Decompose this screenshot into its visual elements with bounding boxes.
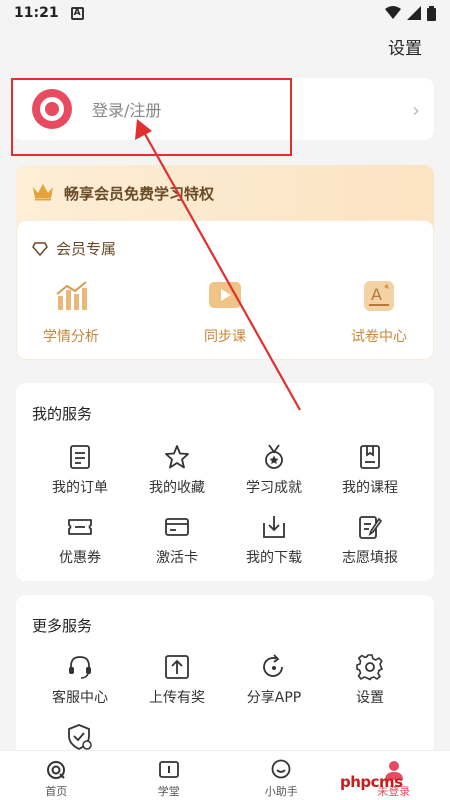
tab-label: 学堂 [157,785,180,798]
home-icon [47,761,66,779]
tab-label: 小助手 [264,785,298,798]
school-icon [158,761,179,778]
watermark: phpcms [340,773,403,791]
chat-icon [271,759,291,779]
tab-assistant[interactable]: 小助手 [225,751,338,800]
tab-school[interactable]: 学堂 [113,751,226,800]
tab-label: 首页 [45,785,68,798]
tab-home[interactable]: 首页 [0,751,113,800]
annotation-arrow [135,119,301,411]
